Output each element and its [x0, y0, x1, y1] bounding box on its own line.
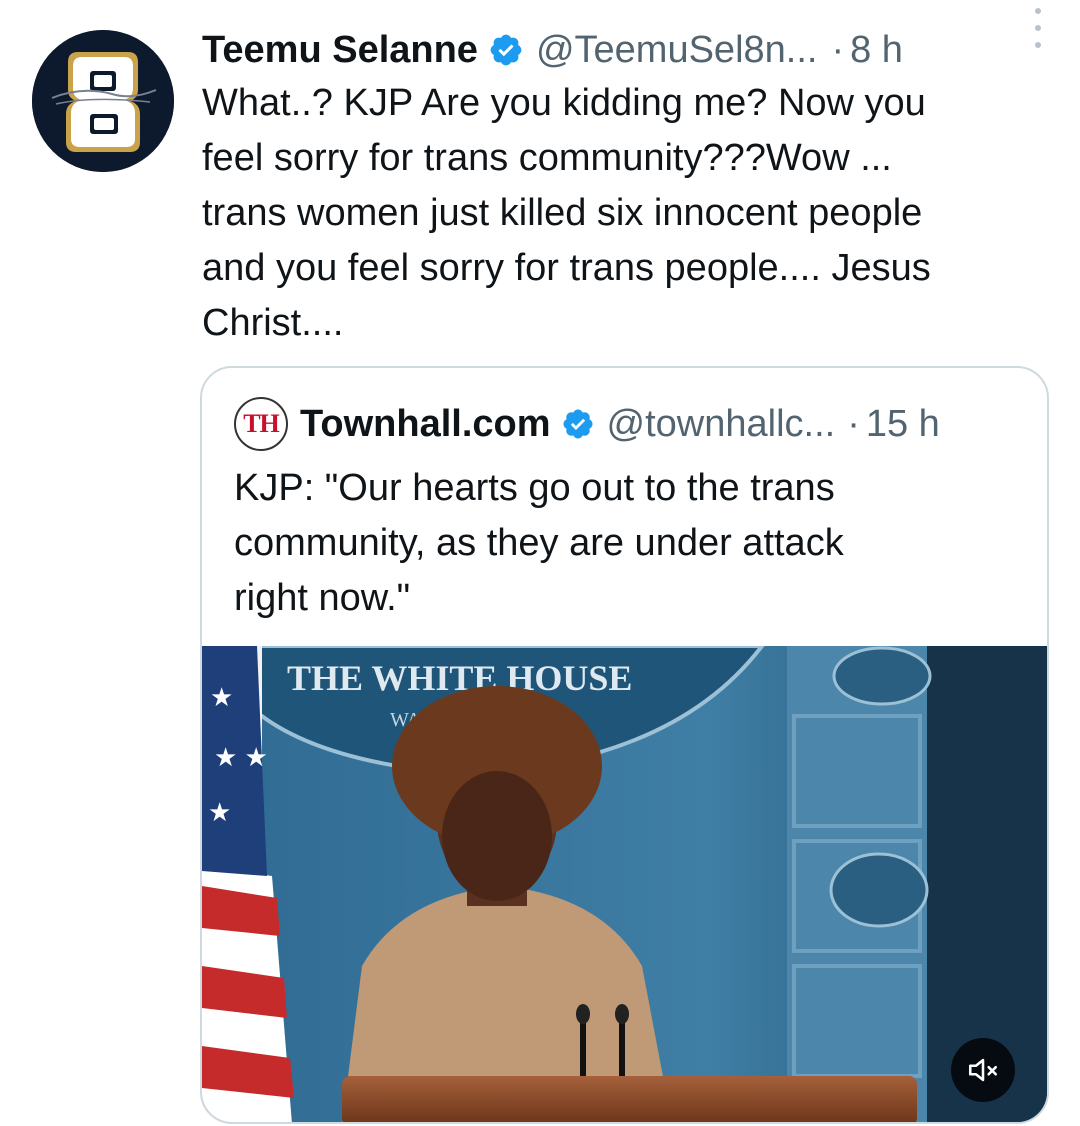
- more-options-icon[interactable]: [1032, 8, 1044, 48]
- separator-dot: ·: [831, 28, 845, 71]
- tweet-text-line: Christ....: [202, 302, 344, 344]
- quoted-video[interactable]: THE WHITE HOUSE WASHINGTON ★ ★ ★ ★: [202, 646, 1047, 1122]
- svg-text:★: ★: [210, 682, 233, 712]
- quoted-author-name[interactable]: Townhall.com: [300, 403, 551, 446]
- tweet-text-line: feel sorry for trans community???Wow ...: [202, 137, 892, 179]
- tweet-text: What..? KJP Are you kidding me? Now you …: [202, 76, 1052, 351]
- quoted-text-line: KJP: "Our hearts go out to the trans: [234, 467, 835, 509]
- verified-badge-icon[interactable]: [488, 32, 524, 68]
- quoted-tweet-card[interactable]: TH Townhall.com @townhallc... · 15 h KJP…: [200, 366, 1049, 1124]
- quoted-author-avatar[interactable]: TH: [234, 397, 288, 451]
- tweet-text-line: and you feel sorry for trans people.... …: [202, 247, 931, 289]
- tweet-text-line: trans women just killed six innocent peo…: [202, 192, 923, 234]
- author-avatar[interactable]: [32, 30, 174, 172]
- author-handle[interactable]: @TeemuSel8n...: [536, 29, 818, 72]
- quoted-tweet-timestamp[interactable]: 15 h: [866, 403, 940, 446]
- mute-button[interactable]: [951, 1038, 1015, 1102]
- tweet-header: Teemu Selanne @TeemuSel8n... · 8 h: [202, 22, 1062, 78]
- tweet-text-line: What..? KJP Are you kidding me? Now you: [202, 82, 926, 124]
- quoted-text-line: right now.": [234, 577, 411, 619]
- svg-text:★ ★: ★ ★: [214, 742, 268, 772]
- quoted-author-handle[interactable]: @townhallc...: [607, 403, 836, 446]
- quoted-text-line: community, as they are under attack: [234, 522, 844, 564]
- author-name[interactable]: Teemu Selanne: [202, 29, 478, 72]
- tweet[interactable]: Teemu Selanne @TeemuSel8n... · 8 h What.…: [0, 0, 1080, 1126]
- video-frame: THE WHITE HOUSE WASHINGTON ★ ★ ★ ★: [202, 646, 1047, 1122]
- quoted-tweet-header: TH Townhall.com @townhallc... · 15 h: [234, 396, 1034, 452]
- svg-text:★: ★: [208, 797, 231, 827]
- quoted-tweet-text: KJP: "Our hearts go out to the trans com…: [234, 461, 1024, 626]
- number-8-jersey-logo-icon: [32, 30, 174, 172]
- tweet-timestamp[interactable]: 8 h: [850, 29, 903, 72]
- separator-dot: ·: [847, 402, 860, 445]
- speaker-muted-icon: [968, 1058, 998, 1082]
- verified-badge-icon[interactable]: [561, 407, 595, 441]
